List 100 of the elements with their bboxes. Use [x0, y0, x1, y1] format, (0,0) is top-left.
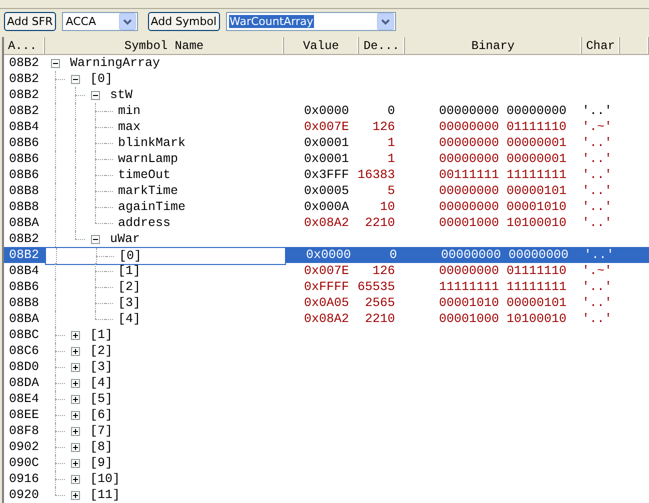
chevron-icon — [376, 12, 394, 30]
symbol-name[interactable]: blinkMark — [115, 135, 186, 151]
char-cell-text: '.~' — [582, 119, 614, 135]
decimal-cell-text: 5 — [386, 183, 395, 199]
binary-cell-text: 11111111 11111111 — [438, 279, 568, 295]
char-cell-text: '..' — [584, 247, 616, 263]
symbol-name[interactable]: [0] — [85, 71, 113, 87]
symbol-name[interactable]: againTime — [115, 199, 186, 215]
address-cell-text: 0916 — [8, 471, 40, 487]
column-header[interactable]: A... — [4, 37, 45, 55]
value-cell-text: 0x0005 — [303, 183, 349, 199]
binary-cell-text: 00000000 01111110 — [438, 119, 568, 135]
symbol-name[interactable]: [1] — [85, 327, 113, 343]
char-cell-text: '..' — [582, 167, 614, 183]
expand-toggle[interactable] — [70, 442, 80, 452]
char-cell-text: '..' — [582, 279, 614, 295]
decimal-cell-text: 2210 — [364, 311, 395, 327]
value-cell-text: 0xFFFF — [303, 279, 349, 295]
char-cell-text: '.~' — [582, 263, 614, 279]
collapse-toggle[interactable] — [50, 58, 60, 68]
binary-cell-text: 00000000 00001010 — [438, 199, 568, 215]
binary-cell-text: 00000000 00000001 — [438, 135, 568, 151]
symbol-name[interactable]: [7] — [85, 423, 113, 439]
value-cell-text: 0x007E — [303, 119, 349, 135]
value-cell-text: 0x0001 — [303, 151, 349, 167]
symbol-name[interactable]: stW — [105, 87, 133, 103]
symbol-name[interactable]: markTime — [115, 183, 178, 199]
expand-toggle[interactable] — [70, 362, 80, 372]
address-cell-text: 08B2 — [8, 231, 40, 247]
symbol-name[interactable]: [2] — [85, 343, 113, 359]
decimal-cell-text: 2565 — [364, 295, 395, 311]
address-cell-text: 08EE — [8, 407, 40, 423]
add-symbol-button[interactable]: Add Symbol — [148, 12, 220, 30]
symbol-name[interactable]: address — [115, 215, 171, 231]
column-header[interactable]: De... — [359, 37, 405, 55]
symbol-name[interactable]: max — [115, 119, 141, 135]
address-cell-text: 08BA — [8, 311, 40, 327]
address-cell-text: 08F8 — [8, 423, 40, 439]
decimal-cell-text: 10 — [378, 199, 395, 215]
symbol-name[interactable]: [6] — [85, 407, 113, 423]
symbol-name[interactable]: warnLamp — [115, 151, 178, 167]
column-header[interactable]: Symbol Name — [45, 37, 284, 55]
symbol-name[interactable]: WarningArray — [65, 55, 160, 71]
column-header[interactable]: Value — [284, 37, 359, 55]
decimal-cell-text: 1 — [386, 151, 395, 167]
expand-toggle[interactable] — [70, 474, 80, 484]
expand-toggle[interactable] — [70, 378, 80, 388]
symbol-name[interactable]: [4] — [85, 375, 113, 391]
symbol-dropdown[interactable]: WarCountArray — [226, 12, 396, 30]
binary-cell-text: 00000000 00000000 — [438, 103, 568, 119]
value-cell-text: 0x0A05 — [303, 295, 349, 311]
column-header[interactable]: Char — [582, 37, 620, 55]
add-sfr-button[interactable]: Add SFR — [4, 12, 56, 30]
value-cell-text: 0x08A2 — [303, 215, 349, 231]
address-cell-text: 0902 — [8, 439, 40, 455]
address-cell-text: 08B2 — [8, 71, 40, 87]
address-cell: 08B2 — [4, 247, 45, 263]
symbol-name[interactable]: [3] — [115, 295, 141, 311]
symbol-name[interactable]: min — [115, 103, 141, 119]
symbol-name[interactable]: [11] — [85, 487, 120, 503]
collapse-toggle[interactable] — [90, 90, 100, 100]
symbol-name[interactable]: [3] — [85, 359, 113, 375]
decimal-cell-text: 0 — [386, 103, 395, 119]
symbol-name[interactable]: [5] — [85, 391, 113, 407]
column-header[interactable]: Binary — [405, 37, 582, 55]
char-cell-text: '..' — [582, 151, 614, 167]
symbol-name[interactable]: [0] — [116, 248, 142, 264]
binary-cell-text: 00000000 00000000 — [440, 247, 570, 263]
char-cell-text: '..' — [582, 183, 614, 199]
address-cell-text: 090C — [8, 455, 40, 471]
value-cell-text: 0x0001 — [303, 135, 349, 151]
sfr-dropdown[interactable]: ACCA — [62, 12, 138, 30]
expand-toggle[interactable] — [70, 330, 80, 340]
collapse-toggle[interactable] — [90, 234, 100, 244]
address-cell-text: 08B8 — [8, 183, 40, 199]
value-cell-text: 0x08A2 — [303, 311, 349, 327]
address-cell-text: 08B6 — [8, 167, 40, 183]
symbol-name[interactable]: [8] — [85, 439, 113, 455]
symbol-name[interactable]: uWar — [105, 231, 140, 247]
address-cell-text: 0920 — [8, 487, 40, 503]
symbol-name[interactable]: [4] — [115, 311, 141, 327]
address-cell-text: 08E4 — [8, 391, 40, 407]
expand-toggle[interactable] — [70, 410, 80, 420]
decimal-cell-text: 126 — [371, 119, 395, 135]
symbol-name[interactable]: [1] — [115, 263, 141, 279]
expand-toggle[interactable] — [70, 426, 80, 436]
symbol-name[interactable]: [2] — [115, 279, 141, 295]
collapse-toggle[interactable] — [70, 74, 80, 84]
expand-toggle[interactable] — [70, 346, 80, 356]
value-cell-text: 0x3FFF — [303, 167, 349, 183]
value-cell-text: 0x000A — [303, 199, 349, 215]
binary-cell-text: 00111111 11111111 — [438, 167, 568, 183]
expand-toggle[interactable] — [70, 458, 80, 468]
binary-cell-text: 00001000 10100010 — [438, 311, 568, 327]
decimal-cell-text: 16383 — [356, 167, 395, 183]
symbol-name[interactable]: [10] — [85, 471, 120, 487]
symbol-name[interactable]: timeOut — [115, 167, 171, 183]
expand-toggle[interactable] — [70, 490, 80, 500]
expand-toggle[interactable] — [70, 394, 80, 404]
symbol-name[interactable]: [9] — [85, 455, 113, 471]
